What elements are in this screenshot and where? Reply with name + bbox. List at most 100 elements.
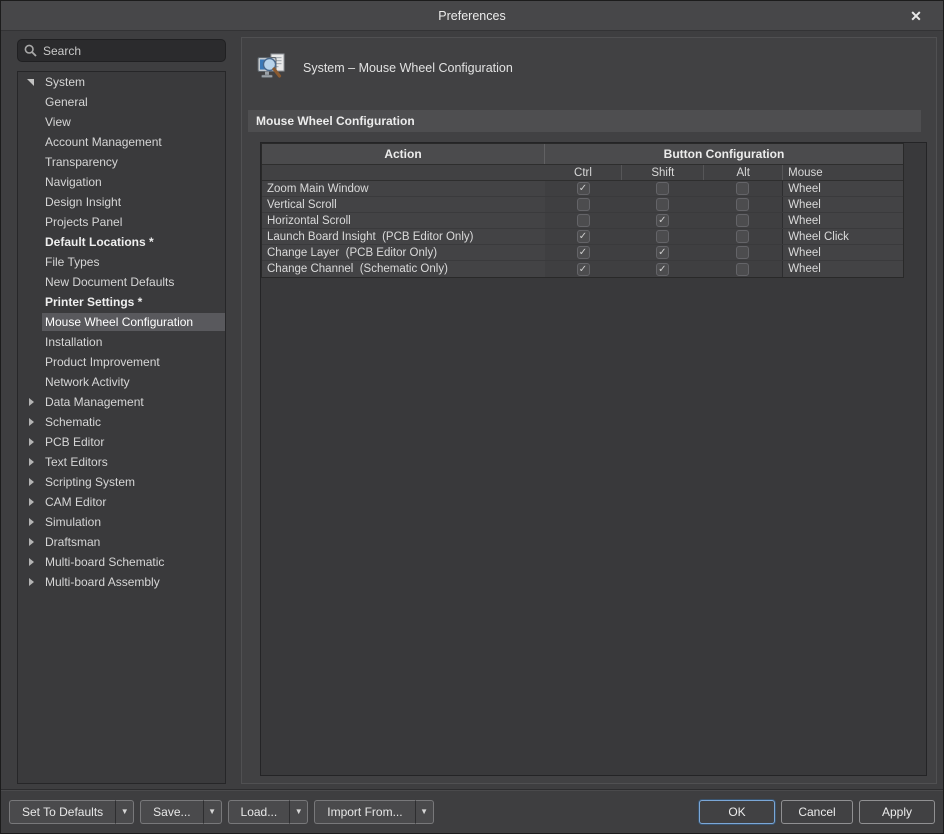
tree-collapsed-icon[interactable] [27,577,36,587]
load-button[interactable]: Load... [227,799,290,824]
table-row[interactable]: Launch Board Insight (PCB Editor Only) ✓… [262,229,903,245]
shift-checkbox[interactable] [655,182,669,195]
ctrl-checkbox[interactable] [576,214,590,227]
sidebar-item-label: Multi-board Schematic [45,555,165,569]
cancel-button[interactable]: Cancel [781,799,853,824]
table-header-groups: Action Button Configuration [262,144,903,165]
column-header-action: Action [262,144,545,164]
footer-bar: Set To Defaults ▼ Save... ▼ Load... ▼ Im… [1,789,943,833]
ctrl-checkbox[interactable]: ✓ [576,182,590,195]
sidebar-item-label: Schematic [45,415,102,429]
sidebar-item-data-management[interactable]: Data Management [18,392,225,412]
mouse-cell[interactable]: Wheel Click [782,229,903,244]
search-box[interactable] [17,39,226,62]
tree-collapsed-icon[interactable] [27,417,36,427]
sidebar-item-mouse-wheel-configuration[interactable]: Mouse Wheel Configuration [18,312,225,332]
sidebar-item-label: CAM Editor [45,495,107,509]
sidebar-item-label: Printer Settings * [45,295,143,309]
table-header-subcolumns: Ctrl Shift Alt Mouse [262,165,903,181]
sidebar-item-transparency[interactable]: Transparency [18,152,225,172]
sidebar-item-scripting-system[interactable]: Scripting System [18,472,225,492]
sidebar-item-default-locations[interactable]: Default Locations * [18,232,225,252]
shift-checkbox[interactable]: ✓ [655,262,669,276]
import-from-dropdown chevron-down-icon[interactable]: ▼ [414,799,434,824]
tree-collapsed-icon[interactable] [27,397,36,407]
shift-checkbox[interactable] [655,230,669,243]
sidebar-item-pcb-editor[interactable]: PCB Editor [18,432,225,452]
sidebar-item-label: Data Management [45,395,144,409]
sidebar-item-navigation[interactable]: Navigation [18,172,225,192]
sidebar-item-installation[interactable]: Installation [18,332,225,352]
table-row[interactable]: Zoom Main Window ✓ Wheel [262,181,903,197]
save-button[interactable]: Save... [140,799,203,824]
action-cell: Launch Board Insight (PCB Editor Only) [267,230,474,243]
import-from-button[interactable]: Import From... [314,799,415,824]
tree-collapsed-icon[interactable] [27,437,36,447]
ok-button[interactable]: OK [699,799,775,824]
sidebar-item-cam-editor[interactable]: CAM Editor [18,492,225,512]
sidebar-item-simulation[interactable]: Simulation [18,512,225,532]
table-row[interactable]: Change Channel (Schematic Only) ✓ ✓ Whee… [262,261,903,277]
alt-checkbox[interactable] [736,246,750,259]
action-cell: Change Channel (Schematic Only) [267,263,448,275]
table-row[interactable]: Change Layer (PCB Editor Only) ✓ ✓ Wheel [262,245,903,261]
sidebar-item-label: Projects Panel [45,215,123,229]
sidebar-item-general[interactable]: General [18,92,225,112]
mouse-cell[interactable]: Wheel [782,261,903,277]
alt-checkbox[interactable] [736,198,750,211]
sidebar-item-draftsman[interactable]: Draftsman [18,532,225,552]
ctrl-checkbox[interactable]: ✓ [576,262,590,276]
apply-button[interactable]: Apply [859,799,935,824]
ctrl-checkbox[interactable] [576,198,590,211]
search-input[interactable] [43,43,203,58]
sidebar-item-multi-board-assembly[interactable]: Multi-board Assembly [18,572,225,592]
tree-collapsed-icon[interactable] [27,497,36,507]
sidebar-item-label: PCB Editor [45,435,105,449]
shift-checkbox[interactable]: ✓ [655,214,669,227]
alt-checkbox[interactable] [736,262,750,276]
alt-checkbox[interactable] [736,182,750,195]
sidebar-item-label: General [45,95,88,109]
sidebar-item-new-document-defaults[interactable]: New Document Defaults [18,272,225,292]
table-row[interactable]: Vertical Scroll Wheel [262,197,903,213]
ctrl-checkbox[interactable]: ✓ [576,246,590,259]
sidebar-item-account-management[interactable]: Account Management [18,132,225,152]
close-icon[interactable]: ✕ [905,5,927,27]
tree-collapsed-icon[interactable] [27,477,36,487]
sidebar-item-label: Transparency [45,155,118,169]
set-to-defaults-dropdown chevron-down-icon[interactable]: ▼ [115,799,135,824]
alt-checkbox[interactable] [736,230,750,243]
set-to-defaults-button[interactable]: Set To Defaults [9,799,116,824]
sidebar-item-design-insight[interactable]: Design Insight [18,192,225,212]
sidebar-item-schematic[interactable]: Schematic [18,412,225,432]
tree-collapsed-icon[interactable] [27,537,36,547]
tree-expanded-icon[interactable] [27,78,36,87]
sidebar-item-projects-panel[interactable]: Projects Panel [18,212,225,232]
sidebar-item-multi-board-schematic[interactable]: Multi-board Schematic [18,552,225,572]
mouse-cell[interactable]: Wheel [782,213,903,228]
alt-checkbox[interactable] [736,214,750,227]
shift-checkbox[interactable] [655,198,669,211]
sidebar-item-text-editors[interactable]: Text Editors [18,452,225,472]
mouse-cell[interactable]: Wheel [782,245,903,260]
section-header: Mouse Wheel Configuration [248,110,921,132]
sidebar-item-system[interactable]: System [18,72,225,92]
mouse-cell[interactable]: Wheel [782,197,903,212]
mouse-cell[interactable]: Wheel [782,181,903,196]
sidebar-item-printer-settings[interactable]: Printer Settings * [18,292,225,312]
shift-checkbox[interactable]: ✓ [655,246,669,259]
ctrl-checkbox[interactable]: ✓ [576,230,590,243]
search-icon [24,44,37,57]
column-header-button-configuration: Button Configuration [663,147,785,161]
save-dropdown chevron-down-icon[interactable]: ▼ [202,799,222,824]
table-row[interactable]: Horizontal Scroll ✓ Wheel [262,213,903,229]
titlebar: Preferences ✕ [1,1,943,31]
load-dropdown chevron-down-icon[interactable]: ▼ [289,799,309,824]
sidebar-item-file-types[interactable]: File Types [18,252,225,272]
tree-collapsed-icon[interactable] [27,457,36,467]
sidebar-item-view[interactable]: View [18,112,225,132]
tree-collapsed-icon[interactable] [27,517,36,527]
sidebar-item-product-improvement[interactable]: Product Improvement [18,352,225,372]
sidebar-item-network-activity[interactable]: Network Activity [18,372,225,392]
tree-collapsed-icon[interactable] [27,557,36,567]
